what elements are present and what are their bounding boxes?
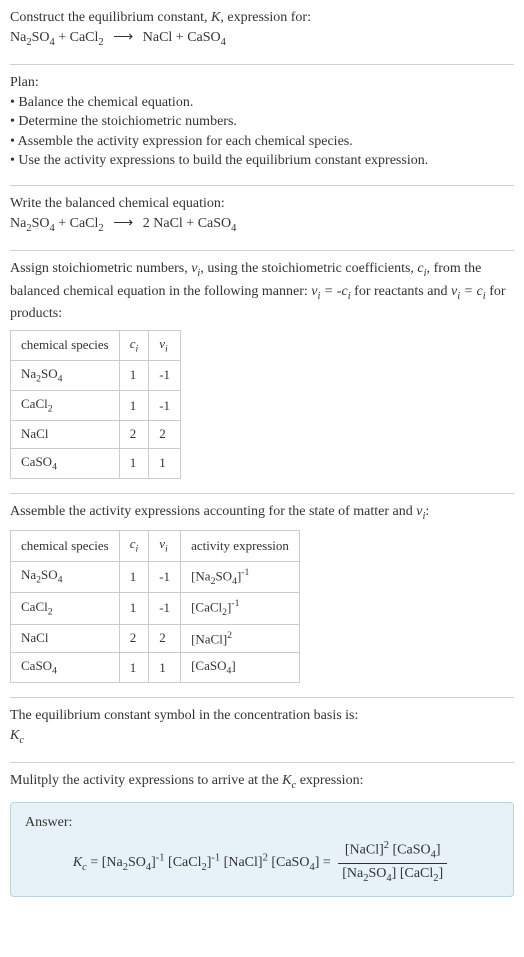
multiply-text-post: expression:	[296, 773, 363, 788]
activity-heading-pre: Assemble the activity expressions accoun…	[10, 504, 416, 519]
table-header-row: chemical species ci νi	[11, 330, 181, 360]
stoich-block: Assign stoichiometric numbers, νi, using…	[10, 259, 514, 485]
answer-label: Answer:	[25, 813, 499, 833]
plan-heading: Plan:	[10, 73, 514, 93]
plan-item: • Assemble the activity expression for e…	[10, 132, 514, 152]
cell-nui: -1	[149, 391, 181, 421]
cell-nui: 2	[149, 624, 181, 653]
plan-item-text: Assemble the activity expression for eac…	[18, 134, 353, 149]
table-row: NaCl 2 2 [NaCl]2	[11, 624, 300, 653]
balanced-equation: Na2SO4 + CaCl2 ⟶ 2 NaCl + CaSO4	[10, 216, 236, 231]
cell-species: CaSO4	[11, 653, 120, 683]
cell-species: CaCl2	[11, 391, 120, 421]
cell-species: Na2SO4	[11, 360, 120, 390]
cell-ci: 1	[119, 391, 149, 421]
var-K: K	[211, 10, 220, 25]
cell-nui: 1	[149, 653, 181, 683]
plan-item-text: Use the activity expressions to build th…	[18, 153, 428, 168]
cell-nui: 2	[149, 421, 181, 448]
stoich-text: Assign stoichiometric numbers,	[10, 261, 191, 276]
plan-item: • Use the activity expressions to build …	[10, 151, 514, 171]
table-row: Na2SO4 1 -1 [Na2SO4]-1	[11, 561, 300, 593]
eq-reactants: νi = -ci	[311, 284, 350, 299]
prompt-block: Construct the equilibrium constant, K, e…	[10, 8, 514, 56]
cell-species: NaCl	[11, 624, 120, 653]
balanced-block: Write the balanced chemical equation: Na…	[10, 194, 514, 242]
kc-symbol-block: The equilibrium constant symbol in the c…	[10, 706, 514, 754]
cell-nui: -1	[149, 593, 181, 625]
plan-item-text: Balance the chemical equation.	[18, 95, 193, 110]
kc-symbol-inline: Kc	[282, 773, 296, 788]
col-nui: νi	[149, 330, 181, 360]
cell-ci: 1	[119, 653, 149, 683]
col-ci: ci	[119, 531, 149, 561]
cell-activity: [NaCl]2	[181, 624, 300, 653]
cell-species: NaCl	[11, 421, 120, 448]
table-row: CaSO4 1 1 [CaSO4]	[11, 653, 300, 683]
table-row: CaCl2 1 -1	[11, 391, 181, 421]
cell-ci: 1	[119, 561, 149, 593]
answer-box: Answer: Kc = [Na2SO4]-1 [CaCl2]-1 [NaCl]…	[10, 802, 514, 897]
var-c-i: ci	[417, 261, 426, 276]
kc-expression: Kc = [Na2SO4]-1 [CaCl2]-1 [NaCl]2 [CaSO4…	[25, 839, 499, 887]
cell-activity: [CaSO4]	[181, 653, 300, 683]
plan-item-text: Determine the stoichiometric numbers.	[18, 114, 237, 129]
table-row: Na2SO4 1 -1	[11, 360, 181, 390]
cell-activity: [CaCl2]-1	[181, 593, 300, 625]
multiply-text-pre: Mulitply the activity expressions to arr…	[10, 773, 282, 788]
cell-ci: 2	[119, 421, 149, 448]
divider	[10, 64, 514, 65]
prompt-text-pre: Construct the equilibrium constant,	[10, 10, 211, 25]
unbalanced-equation: Na2SO4 + CaCl2 ⟶ NaCl + CaSO4	[10, 30, 226, 45]
plan-item: • Determine the stoichiometric numbers.	[10, 112, 514, 132]
cell-ci: 1	[119, 360, 149, 390]
table-header-row: chemical species ci νi activity expressi…	[11, 531, 300, 561]
cell-nui: -1	[149, 561, 181, 593]
divider	[10, 185, 514, 186]
plan-item: • Balance the chemical equation.	[10, 93, 514, 113]
table-row: NaCl 2 2	[11, 421, 181, 448]
activity-table: chemical species ci νi activity expressi…	[10, 530, 300, 683]
col-species: chemical species	[11, 330, 120, 360]
divider	[10, 250, 514, 251]
cell-activity: [Na2SO4]-1	[181, 561, 300, 593]
cell-ci: 1	[119, 448, 149, 478]
divider	[10, 762, 514, 763]
cell-species: CaCl2	[11, 593, 120, 625]
cell-ci: 2	[119, 624, 149, 653]
table-row: CaCl2 1 -1 [CaCl2]-1	[11, 593, 300, 625]
cell-nui: 1	[149, 448, 181, 478]
cell-species: CaSO4	[11, 448, 120, 478]
answer-block: Mulitply the activity expressions to arr…	[10, 771, 514, 903]
var-nu-i: νi	[191, 261, 200, 276]
kc-symbol: Kc	[10, 726, 514, 748]
kc-line: The equilibrium constant symbol in the c…	[10, 706, 514, 726]
stoich-text: for reactants and	[351, 284, 451, 299]
col-species: chemical species	[11, 531, 120, 561]
cell-species: Na2SO4	[11, 561, 120, 593]
cell-ci: 1	[119, 593, 149, 625]
balanced-heading: Write the balanced chemical equation:	[10, 194, 514, 214]
stoich-text: , using the stoichiometric coefficients,	[200, 261, 417, 276]
divider	[10, 697, 514, 698]
prompt-text-post: , expression for:	[220, 10, 311, 25]
activity-heading-post: :	[425, 504, 429, 519]
activity-block: Assemble the activity expressions accoun…	[10, 502, 514, 690]
eq-products: νi = ci	[451, 284, 486, 299]
cell-nui: -1	[149, 360, 181, 390]
plan-block: Plan: • Balance the chemical equation. •…	[10, 73, 514, 177]
divider	[10, 493, 514, 494]
col-ci: ci	[119, 330, 149, 360]
col-activity: activity expression	[181, 531, 300, 561]
table-row: CaSO4 1 1	[11, 448, 181, 478]
stoich-table: chemical species ci νi Na2SO4 1 -1 CaCl2…	[10, 330, 181, 479]
col-nui: νi	[149, 531, 181, 561]
